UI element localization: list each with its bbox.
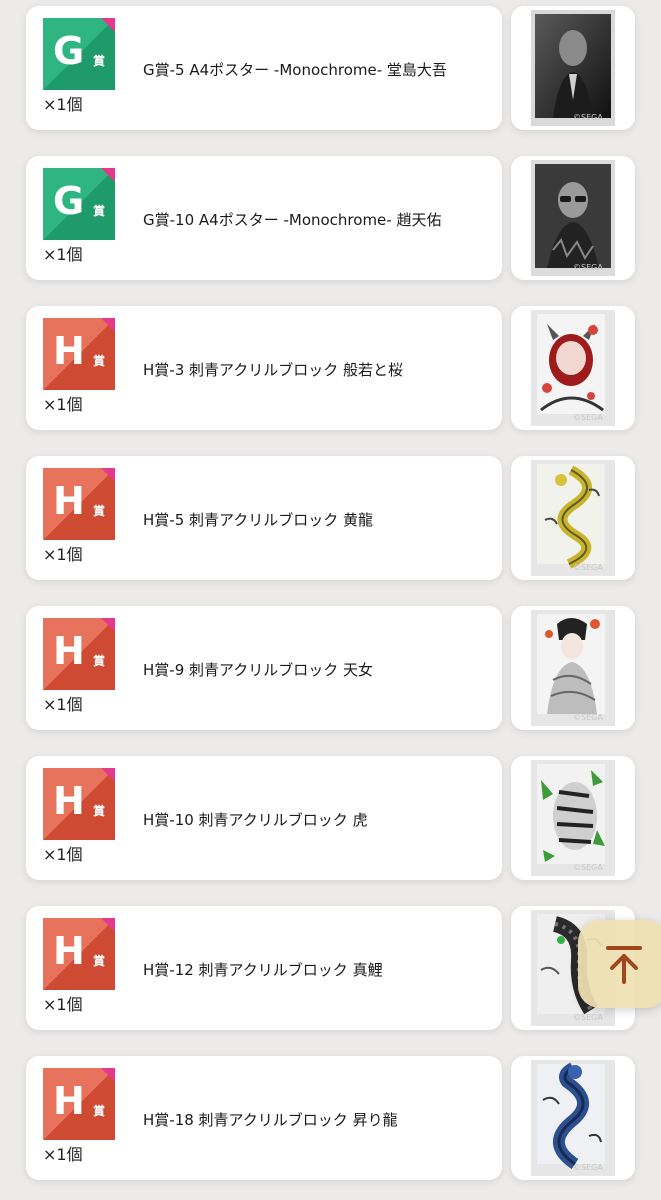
prize-thumbnail[interactable]: ©SEGA: [511, 306, 635, 430]
badge-suffix: 賞: [93, 1104, 106, 1118]
badge-letter: H: [53, 779, 85, 823]
thumbnail-watermark: ©SEGA: [573, 713, 603, 722]
g-prize-badge-icon: G 賞: [43, 18, 115, 90]
thumbnail-watermark: ©SEGA: [573, 863, 603, 872]
badge-corner-fold: [101, 318, 115, 332]
prize-row: H 賞 ×1個 H賞-18 刺青アクリルブロック 昇り龍 ©SEGA: [0, 1056, 661, 1180]
prize-card[interactable]: H 賞 ×1個 H賞-10 刺青アクリルブロック 虎: [26, 756, 502, 880]
thumbnail-watermark: ©SEGA: [573, 563, 603, 572]
badge-suffix: 賞: [93, 54, 106, 68]
portrait-photo-image: [531, 160, 615, 276]
prize-row: H 賞 ×1個 H賞-5 刺青アクリルブロック 黄龍 ©SEGA: [0, 456, 661, 580]
prize-quantity: ×1個: [43, 395, 83, 414]
prize-title: G賞-5 A4ポスター -Monochrome- 堂島大吾: [143, 61, 447, 79]
badge-corner-fold: [101, 618, 115, 632]
prize-title: H賞-18 刺青アクリルブロック 昇り龍: [143, 1111, 398, 1129]
arrow-up-to-top-icon: [606, 946, 642, 984]
h-prize-badge-icon: H 賞: [43, 618, 115, 690]
badge-letter: G: [53, 29, 85, 73]
badge-letter: H: [53, 629, 85, 673]
prize-quantity: ×1個: [43, 1145, 83, 1164]
badge-letter: H: [53, 929, 85, 973]
prize-quantity: ×1個: [43, 95, 83, 114]
h-prize-badge-icon: H 賞: [43, 318, 115, 390]
badge-letter: H: [53, 1079, 85, 1123]
tattoo-tiger-image: [531, 760, 615, 876]
scroll-to-top-button[interactable]: [578, 920, 661, 1008]
prize-thumbnail[interactable]: ©SEGA: [511, 756, 635, 880]
prize-thumbnail[interactable]: ©SEGA: [511, 6, 635, 130]
g-prize-badge-icon: G 賞: [43, 168, 115, 240]
badge-corner-fold: [101, 18, 115, 32]
prize-row: H 賞 ×1個 H賞-9 刺青アクリルブロック 天女 ©SEGA: [0, 606, 661, 730]
prize-row: G 賞 ×1個 G賞-5 A4ポスター -Monochrome- 堂島大吾 ©S…: [0, 6, 661, 130]
tattoo-hannya-image: [531, 310, 615, 426]
prize-row: H 賞 ×1個 H賞-12 刺青アクリルブロック 真鯉 ©SEGA: [0, 906, 661, 1030]
prize-title: H賞-9 刺青アクリルブロック 天女: [143, 661, 374, 679]
tattoo-rising-dragon-image: [531, 1060, 615, 1176]
prize-quantity: ×1個: [43, 995, 83, 1014]
prize-row: G 賞 ×1個 G賞-10 A4ポスター -Monochrome- 趙天佑 ©S…: [0, 156, 661, 280]
prize-quantity: ×1個: [43, 845, 83, 864]
prize-title: H賞-12 刺青アクリルブロック 真鯉: [143, 961, 383, 979]
prize-card[interactable]: G 賞 ×1個 G賞-10 A4ポスター -Monochrome- 趙天佑: [26, 156, 502, 280]
thumbnail-watermark: ©SEGA: [573, 263, 603, 272]
badge-suffix: 賞: [93, 954, 106, 968]
prize-quantity: ×1個: [43, 545, 83, 564]
prize-card[interactable]: G 賞 ×1個 G賞-5 A4ポスター -Monochrome- 堂島大吾: [26, 6, 502, 130]
badge-corner-fold: [101, 918, 115, 932]
thumbnail-watermark: ©SEGA: [573, 413, 603, 422]
prize-quantity: ×1個: [43, 695, 83, 714]
prize-title: G賞-10 A4ポスター -Monochrome- 趙天佑: [143, 211, 442, 229]
prize-thumbnail[interactable]: ©SEGA: [511, 456, 635, 580]
prize-card[interactable]: H 賞 ×1個 H賞-12 刺青アクリルブロック 真鯉: [26, 906, 502, 1030]
prize-title: H賞-3 刺青アクリルブロック 般若と桜: [143, 361, 404, 379]
badge-suffix: 賞: [93, 804, 106, 818]
thumbnail-watermark: ©SEGA: [573, 1013, 603, 1022]
badge-corner-fold: [101, 168, 115, 182]
prize-row: H 賞 ×1個 H賞-10 刺青アクリルブロック 虎 ©SEGA: [0, 756, 661, 880]
thumbnail-watermark: ©SEGA: [573, 1163, 603, 1172]
prize-list: G 賞 ×1個 G賞-5 A4ポスター -Monochrome- 堂島大吾 ©S…: [0, 0, 661, 1200]
prize-card[interactable]: H 賞 ×1個 H賞-3 刺青アクリルブロック 般若と桜: [26, 306, 502, 430]
badge-corner-fold: [101, 768, 115, 782]
prize-title: H賞-10 刺青アクリルブロック 虎: [143, 811, 368, 829]
prize-title: H賞-5 刺青アクリルブロック 黄龍: [143, 511, 374, 529]
badge-suffix: 賞: [93, 654, 106, 668]
badge-corner-fold: [101, 468, 115, 482]
prize-card[interactable]: H 賞 ×1個 H賞-5 刺青アクリルブロック 黄龍: [26, 456, 502, 580]
badge-suffix: 賞: [93, 354, 106, 368]
badge-suffix: 賞: [93, 504, 106, 518]
portrait-photo-image: [531, 10, 615, 126]
prize-thumbnail[interactable]: ©SEGA: [511, 156, 635, 280]
prize-thumbnail[interactable]: ©SEGA: [511, 606, 635, 730]
badge-letter: H: [53, 329, 85, 373]
tattoo-tennyo-image: [531, 610, 615, 726]
badge-suffix: 賞: [93, 204, 106, 218]
prize-quantity: ×1個: [43, 245, 83, 264]
prize-thumbnail[interactable]: ©SEGA: [511, 1056, 635, 1180]
badge-corner-fold: [101, 1068, 115, 1082]
h-prize-badge-icon: H 賞: [43, 918, 115, 990]
badge-letter: H: [53, 479, 85, 523]
thumbnail-watermark: ©SEGA: [573, 113, 603, 122]
prize-row: H 賞 ×1個 H賞-3 刺青アクリルブロック 般若と桜 ©SEGA: [0, 306, 661, 430]
tattoo-dragon-image: [531, 460, 615, 576]
prize-card[interactable]: H 賞 ×1個 H賞-9 刺青アクリルブロック 天女: [26, 606, 502, 730]
badge-letter: G: [53, 179, 85, 223]
prize-card[interactable]: H 賞 ×1個 H賞-18 刺青アクリルブロック 昇り龍: [26, 1056, 502, 1180]
h-prize-badge-icon: H 賞: [43, 1068, 115, 1140]
h-prize-badge-icon: H 賞: [43, 768, 115, 840]
h-prize-badge-icon: H 賞: [43, 468, 115, 540]
